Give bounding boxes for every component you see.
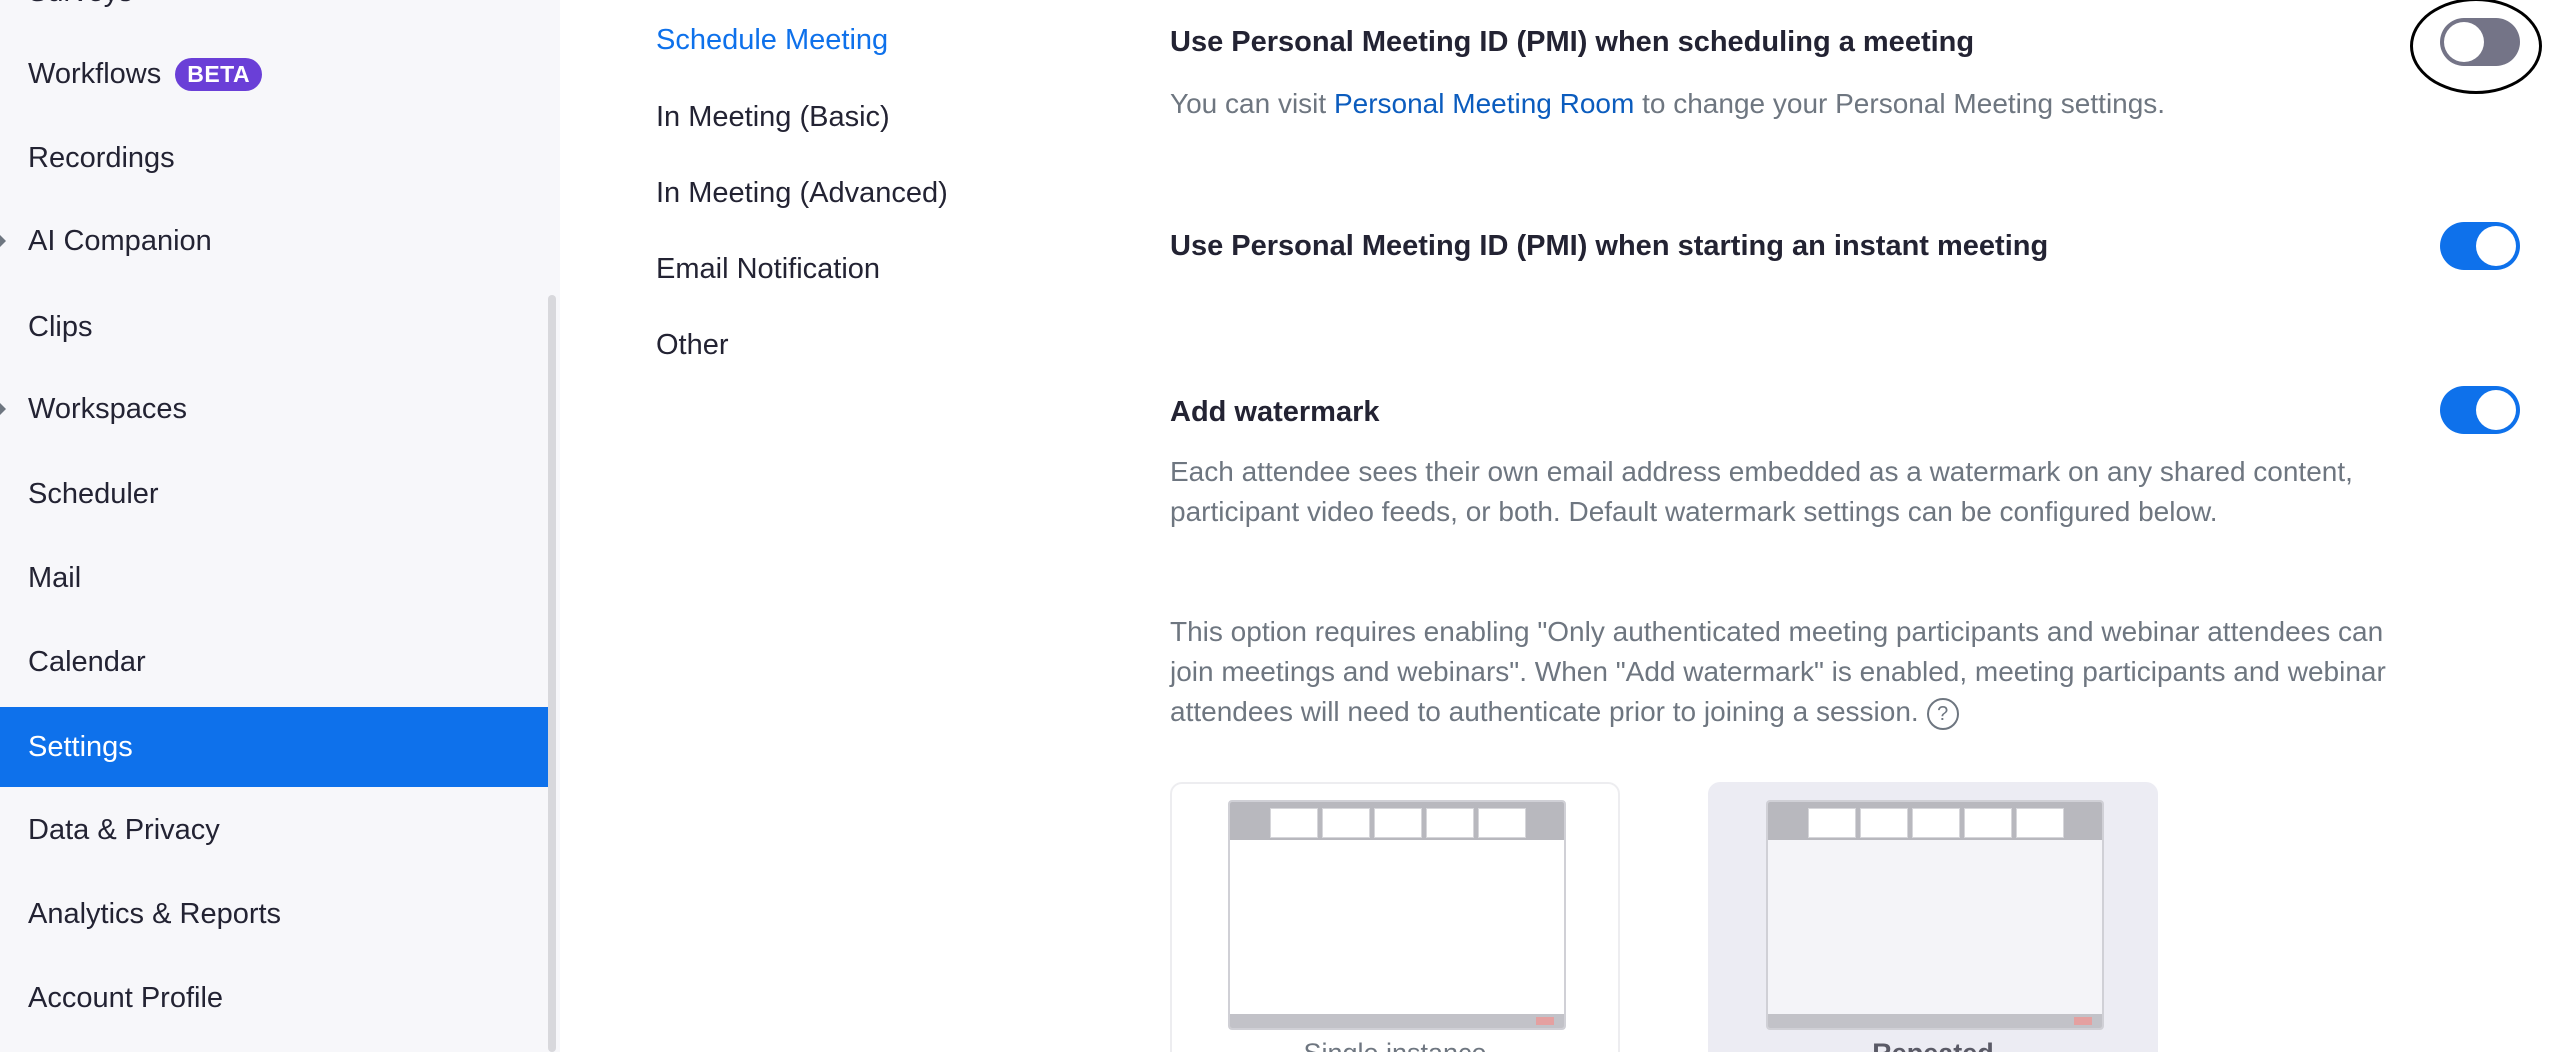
preview-bottom-bar [1230,1014,1564,1028]
preview-bottom-bar [1768,1014,2102,1028]
sidebar-item-label: Account Profile [28,981,224,1014]
sidebar-item-label: Mail [28,561,82,594]
personal-meeting-room-link[interactable]: Personal Meeting Room [1334,88,1634,119]
beta-badge: BETA [175,57,263,91]
watermark-option-single-instance[interactable]: Single instance [1170,782,1620,1052]
watermark-option-repeated[interactable]: Repeated [1708,782,2158,1052]
sidebar: Surveys Workflows BETA Recordings AI Com… [0,0,560,1052]
setting-title-pmi-instant: Use Personal Meeting ID (PMI) when start… [1170,230,2049,262]
sidebar-item-ai-companion[interactable]: AI Companion [0,201,548,281]
desc-text: This option requires enabling "Only auth… [1170,616,2386,727]
expand-arrow-icon[interactable] [0,235,6,247]
sidebar-item-label: Recordings [28,141,175,174]
sidebar-item-analytics-reports[interactable]: Analytics & Reports [0,874,548,954]
toggle-pmi-instant[interactable] [2440,222,2520,270]
section-link-schedule-meeting[interactable]: Schedule Meeting [656,24,888,57]
sidebar-item-label: Workspaces [28,392,188,425]
watermark-preview-image [1228,800,1566,1030]
setting-title-watermark: Add watermark [1170,396,1380,428]
preview-tile [1426,808,1474,838]
sidebar-item-data-privacy[interactable]: Data & Privacy [0,790,548,870]
preview-tile [1860,808,1908,838]
preview-tile [1322,808,1370,838]
sidebar-item-calendar[interactable]: Calendar [0,622,548,702]
sidebar-scrollbar[interactable] [548,295,556,1052]
toggle-knob [2476,226,2516,266]
desc-text: You can visit [1170,88,1334,119]
sidebar-item-surveys[interactable]: Surveys [0,0,548,32]
watermark-option-label: Repeated [1710,1038,2156,1052]
preview-tile [1374,808,1422,838]
setting-desc-watermark: Each attendee sees their own email addre… [1170,456,2353,527]
preview-tile [1478,808,1526,838]
preview-tile [1270,808,1318,838]
preview-tile [1964,808,2012,838]
sidebar-item-label: AI Companion [28,224,212,257]
sidebar-item-mail[interactable]: Mail [0,538,548,618]
preview-tile [1808,808,1856,838]
help-icon[interactable]: ? [1926,697,1959,730]
sidebar-item-label: Data & Privacy [28,813,220,846]
sidebar-item-account-profile[interactable]: Account Profile [0,958,548,1038]
toggle-knob [2476,390,2516,430]
sidebar-item-label: Clips [28,310,93,343]
sidebar-item-label: Settings [28,730,133,763]
section-link-in-meeting-basic[interactable]: In Meeting (Basic) [656,101,890,134]
toggle-watermark[interactable] [2440,386,2520,434]
section-link-email-notification[interactable]: Email Notification [656,253,880,286]
sidebar-item-label: Calendar [28,645,146,678]
sidebar-item-clips[interactable]: Clips [0,287,548,367]
watermark-preview-image [1766,800,2104,1030]
sidebar-item-settings[interactable]: Settings [0,707,548,787]
setting-desc-watermark-requirement: This option requires enabling "Only auth… [1170,612,2400,732]
setting-desc-pmi-schedule: You can visit Personal Meeting Room to c… [1170,84,2400,124]
section-link-other[interactable]: Other [656,329,729,362]
preview-end-button [2074,1017,2092,1025]
expand-arrow-icon[interactable] [0,403,6,415]
app-root: Surveys Workflows BETA Recordings AI Com… [0,0,2576,1052]
annotation-circle [2410,0,2542,94]
sidebar-item-label: Surveys [28,0,133,9]
preview-tile [2016,808,2064,838]
sidebar-item-recordings[interactable]: Recordings [0,118,548,198]
preview-end-button [1536,1017,1554,1025]
setting-title-pmi-schedule: Use Personal Meeting ID (PMI) when sched… [1170,26,1975,58]
desc-text: to change your Personal Meeting settings… [1634,88,2166,119]
sidebar-item-workflows[interactable]: Workflows BETA [0,34,548,114]
sidebar-item-workspaces[interactable]: Workspaces [0,369,548,449]
sidebar-item-label: Workflows [28,57,162,90]
watermark-option-label: Single instance [1172,1038,1618,1052]
sidebar-item-scheduler[interactable]: Scheduler [0,454,548,534]
settings-content: Use Personal Meeting ID (PMI) when sched… [1170,0,2570,1052]
preview-tile [1912,808,1960,838]
sidebar-item-label: Analytics & Reports [28,897,282,930]
section-link-in-meeting-advanced[interactable]: In Meeting (Advanced) [656,177,948,210]
sidebar-item-label: Scheduler [28,477,159,510]
